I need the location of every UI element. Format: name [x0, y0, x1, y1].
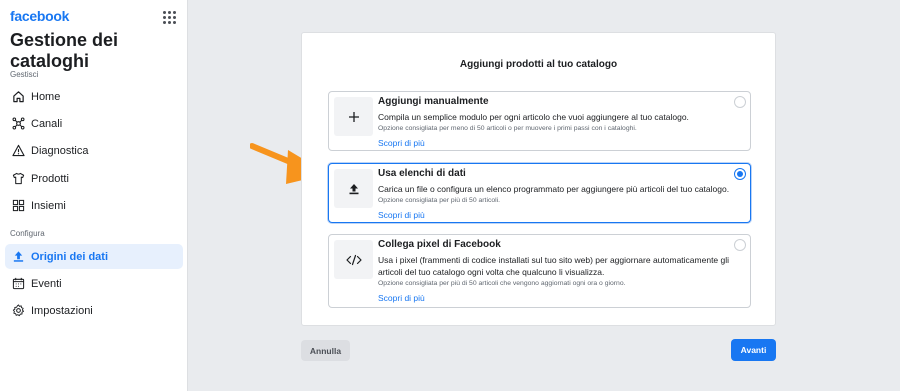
option-data-feeds[interactable]: Usa elenchi di dati Carica un file o con… — [328, 163, 751, 223]
option-facebook-pixel[interactable]: Collega pixel di Facebook Usa i pixel (f… — [328, 234, 751, 308]
option-title: Collega pixel di Facebook — [378, 239, 501, 250]
shirt-icon — [11, 172, 25, 186]
sidebar-item-channels[interactable]: Canali — [5, 111, 183, 136]
option-title: Aggiungi manualmente — [378, 96, 489, 107]
learn-more-link[interactable]: Scopri di più — [378, 293, 425, 303]
sidebar-item-label: Impostazioni — [31, 304, 93, 317]
radio-data-feeds[interactable] — [734, 168, 746, 180]
channels-icon — [11, 117, 25, 131]
next-button[interactable]: Avanti — [731, 339, 776, 361]
warning-icon — [11, 144, 25, 158]
add-products-card: Aggiungi prodotti al tuo catalogo Aggiun… — [301, 32, 776, 326]
sidebar-item-home[interactable]: Home — [5, 84, 183, 109]
option-hint: Opzione consigliata per più di 50 artico… — [378, 197, 501, 204]
sidebar-item-settings[interactable]: Impostazioni — [5, 298, 183, 323]
sidebar-item-label: Origini dei dati — [31, 250, 109, 263]
app-title: Gestione dei cataloghi — [10, 30, 119, 71]
radio-manual[interactable] — [734, 96, 746, 108]
upload-icon — [334, 169, 373, 208]
sidebar-item-products[interactable]: Prodotti — [5, 166, 183, 191]
sidebar-item-data-sources[interactable]: Origini dei dati — [5, 244, 183, 269]
sidebar-item-label: Canali — [31, 117, 63, 130]
calendar-icon — [11, 277, 25, 291]
learn-more-link[interactable]: Scopri di più — [378, 210, 425, 220]
home-icon — [11, 90, 25, 104]
card-title: Aggiungi prodotti al tuo catalogo — [459, 59, 618, 70]
sidebar-item-label: Prodotti — [31, 172, 69, 185]
sidebar-item-label: Diagnostica — [31, 144, 89, 157]
option-description: Compila un semplice modulo per ogni arti… — [378, 112, 689, 122]
option-manual[interactable]: Aggiungi manualmente Compila un semplice… — [328, 91, 751, 151]
radio-facebook-pixel[interactable] — [734, 239, 746, 251]
sidebar-item-label: Eventi — [31, 277, 62, 290]
facebook-logo[interactable]: facebook — [10, 8, 69, 24]
option-hint: Opzione consigliata per meno di 50 artic… — [378, 125, 637, 132]
app-grid-icon[interactable] — [163, 11, 176, 24]
option-title: Usa elenchi di dati — [378, 168, 466, 179]
section-label-configure: Configura — [10, 229, 45, 238]
sidebar-item-sets[interactable]: Insiemi — [5, 193, 183, 218]
sidebar-item-diagnostics[interactable]: Diagnostica — [5, 138, 183, 163]
sidebar-item-label: Home — [31, 90, 61, 103]
sets-icon — [11, 199, 25, 213]
learn-more-link[interactable]: Scopri di più — [378, 138, 425, 148]
option-description: Usa i pixel (frammenti di codice install… — [378, 255, 730, 277]
sidebar-item-label: Insiemi — [31, 199, 66, 212]
plus-icon — [334, 97, 373, 136]
sidebar: facebook Gestione dei cataloghi Gestisci… — [0, 0, 188, 391]
gear-icon — [11, 304, 25, 318]
option-description: Carica un file o configura un elenco pro… — [378, 184, 730, 194]
code-icon — [334, 240, 373, 279]
cancel-button[interactable]: Annulla — [301, 340, 350, 361]
sidebar-item-events[interactable]: Eventi — [5, 271, 183, 296]
section-label-manage: Gestisci — [10, 70, 39, 79]
option-hint: Opzione consigliata per più di 50 artico… — [378, 280, 626, 287]
upload-icon — [11, 250, 25, 264]
